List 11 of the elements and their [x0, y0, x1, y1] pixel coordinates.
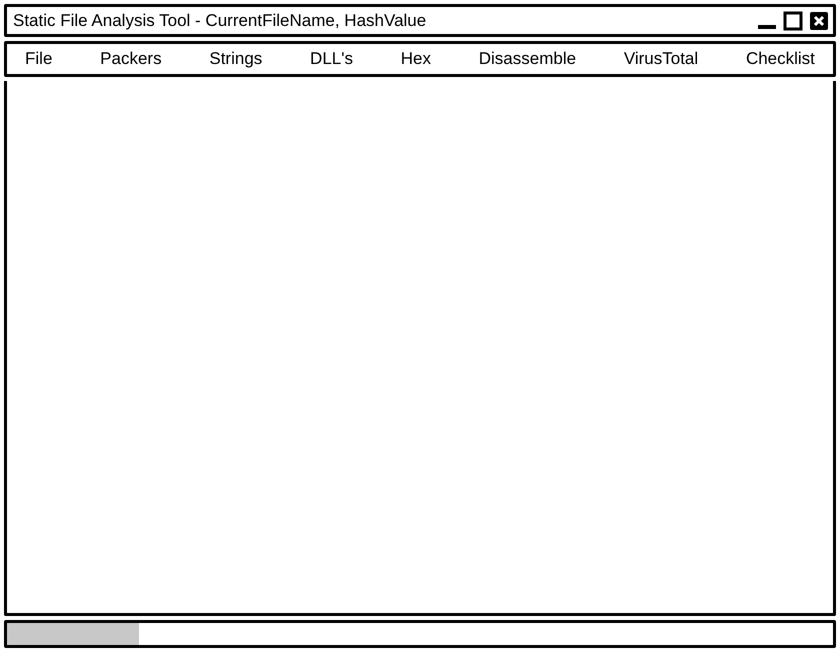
menu-item[interactable]: Strings	[209, 46, 262, 72]
menu-item[interactable]: Checklist	[746, 46, 815, 72]
maximize-icon[interactable]	[783, 10, 803, 30]
menu-item[interactable]: DLL's	[310, 46, 353, 72]
menu-item[interactable]: VirusTotal	[624, 46, 698, 72]
menu-item[interactable]: File	[25, 46, 52, 72]
window-title: Static File Analysis Tool - CurrentFileName, HashValue	[13, 10, 426, 32]
menu-item[interactable]: Hex	[400, 46, 431, 72]
menu-item[interactable]: Disassemble	[478, 46, 576, 72]
close-icon[interactable]	[809, 10, 829, 30]
menu-item[interactable]: Packers	[100, 46, 162, 72]
